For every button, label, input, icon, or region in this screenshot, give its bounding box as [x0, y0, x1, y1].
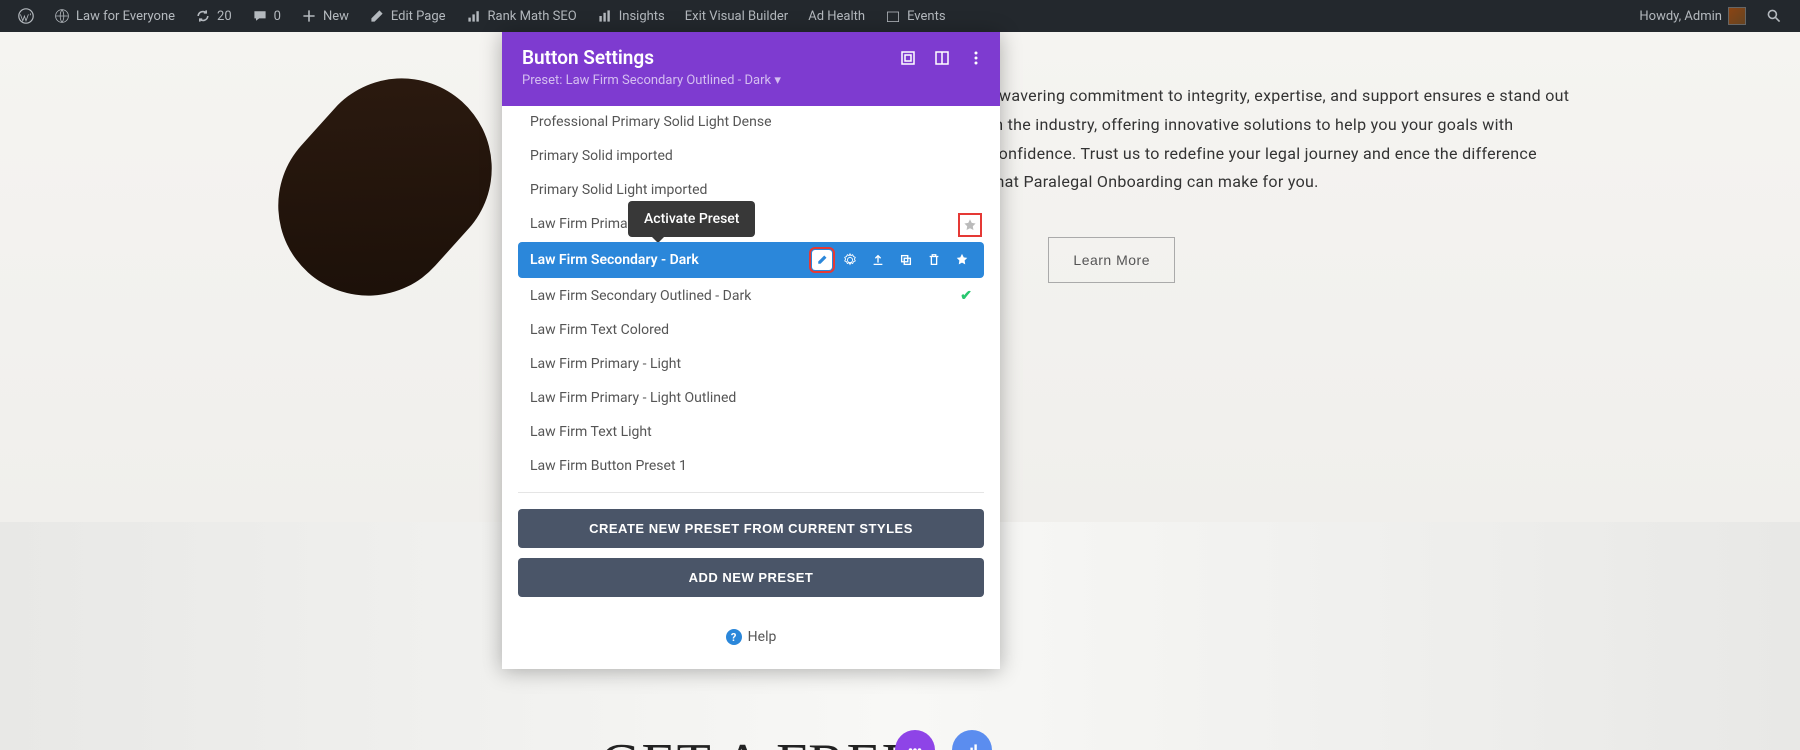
help-link[interactable]: ? Help: [502, 629, 1000, 669]
preset-item-current[interactable]: Law Firm Secondary Outlined - Dark: [518, 280, 984, 312]
plus-icon: [301, 8, 317, 24]
activate-preset-tooltip: Activate Preset: [628, 201, 755, 237]
comments-link[interactable]: 0: [242, 0, 291, 32]
hero-paragraph: awavering commitment to integrity, exper…: [990, 82, 1570, 197]
button-settings-modal: Button Settings Preset: Law Firm Seconda…: [502, 32, 1000, 669]
ad-health-text: Ad Health: [808, 9, 865, 24]
gear-icon[interactable]: [840, 250, 860, 270]
site-name-text: Law for Everyone: [76, 9, 175, 24]
trash-icon[interactable]: [924, 250, 944, 270]
preset-item-active[interactable]: Law Firm Secondary - Dark: [518, 242, 984, 278]
more-icon[interactable]: [968, 50, 984, 66]
preset-item[interactable]: Law Firm Primary - Light Outlined: [518, 382, 984, 414]
search-icon: [1766, 8, 1782, 24]
duplicate-icon[interactable]: [896, 250, 916, 270]
help-icon: ?: [726, 629, 742, 645]
wordpress-icon: [18, 8, 34, 24]
events-text: Events: [907, 9, 945, 24]
preset-item-actions: [812, 250, 972, 270]
activate-preset-icon[interactable]: [812, 250, 832, 270]
preset-item[interactable]: Law Firm Text Light: [518, 416, 984, 448]
divider: [518, 492, 984, 493]
preset-list: Professional Primary Solid Light Dense P…: [502, 106, 1000, 493]
refresh-icon: [195, 8, 211, 24]
exit-vb-link[interactable]: Exit Visual Builder: [675, 0, 798, 32]
pencil-icon: [369, 8, 385, 24]
default-star-highlight[interactable]: [958, 213, 982, 237]
rank-math-text: Rank Math SEO: [488, 9, 577, 24]
help-text: Help: [748, 629, 777, 645]
preset-item[interactable]: Law Firm Primary - Light: [518, 348, 984, 380]
calendar-icon: [885, 8, 901, 24]
modal-header-actions: [900, 50, 984, 66]
insights-text: Insights: [619, 9, 665, 24]
wp-logo[interactable]: [8, 0, 44, 32]
get-free-heading: GET A FREE: [600, 732, 917, 750]
rank-math-link[interactable]: Rank Math SEO: [456, 0, 587, 32]
edit-page-link[interactable]: Edit Page: [359, 0, 456, 32]
preset-label: Law Firm Secondary - Dark: [530, 252, 699, 268]
preset-item[interactable]: Law Firm Button Preset 1: [518, 450, 984, 482]
events-link[interactable]: Events: [875, 0, 955, 32]
home-icon: [54, 8, 70, 24]
search-toggle[interactable]: [1756, 0, 1792, 32]
exit-vb-text: Exit Visual Builder: [685, 9, 788, 24]
add-preset-button[interactable]: ADD NEW PRESET: [518, 558, 984, 597]
preset-dropdown-toggle[interactable]: Preset: Law Firm Secondary Outlined - Da…: [522, 73, 980, 88]
snap-icon[interactable]: [934, 50, 950, 66]
chart-icon: [466, 8, 482, 24]
wp-admin-bar: Law for Everyone 20 0 New Edit Page Rank…: [0, 0, 1800, 32]
howdy-text: Howdy, Admin: [1639, 9, 1722, 24]
create-preset-button[interactable]: CREATE NEW PRESET FROM CURRENT STYLES: [518, 509, 984, 548]
avatar: [1728, 7, 1746, 25]
ad-health-link[interactable]: Ad Health: [798, 0, 875, 32]
howdy-link[interactable]: Howdy, Admin: [1629, 0, 1756, 32]
admin-bar-left: Law for Everyone 20 0 New Edit Page Rank…: [8, 0, 956, 32]
updates-count: 20: [217, 9, 232, 24]
edit-page-text: Edit Page: [391, 9, 446, 24]
admin-bar-right: Howdy, Admin: [1629, 0, 1792, 32]
learn-more-button[interactable]: Learn More: [1048, 237, 1175, 283]
preset-item[interactable]: Law Firm Text Colored: [518, 314, 984, 346]
new-text: New: [323, 9, 349, 24]
preset-item[interactable]: Professional Primary Solid Light Dense: [518, 110, 984, 138]
new-link[interactable]: New: [291, 0, 359, 32]
site-name-link[interactable]: Law for Everyone: [44, 0, 185, 32]
insights-link[interactable]: Insights: [587, 0, 675, 32]
upload-icon[interactable]: [868, 250, 888, 270]
comment-icon: [252, 8, 268, 24]
updates-link[interactable]: 20: [185, 0, 242, 32]
preset-item[interactable]: Primary Solid imported: [518, 140, 984, 172]
modal-header: Button Settings Preset: Law Firm Seconda…: [502, 32, 1000, 106]
expand-icon[interactable]: [900, 50, 916, 66]
bar-chart-icon: [597, 8, 613, 24]
comments-count: 0: [274, 9, 281, 24]
star-icon[interactable]: [952, 250, 972, 270]
preset-button-group: CREATE NEW PRESET FROM CURRENT STYLES AD…: [502, 509, 1000, 629]
